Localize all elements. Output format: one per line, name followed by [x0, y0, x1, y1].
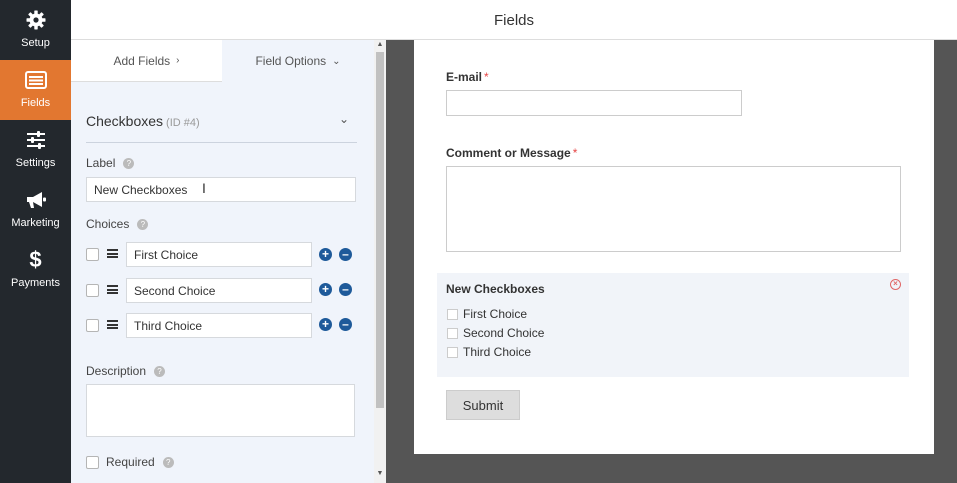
choice-input-value: Third Choice: [134, 318, 203, 333]
description-label-text: Description: [86, 364, 147, 378]
tab-label: Add Fields: [113, 53, 171, 68]
choices-label-text: Choices: [86, 217, 130, 231]
nav-item-marketing[interactable]: Marketing: [0, 180, 71, 240]
choices-label: Choices?: [86, 217, 149, 231]
label-input[interactable]: New Checkboxes: [86, 177, 356, 202]
checkboxes-title: New Checkboxes: [446, 282, 545, 296]
drag-handle-icon[interactable]: [107, 285, 118, 294]
choice-default-checkbox[interactable]: [86, 248, 99, 261]
checkboxes-field-preview[interactable]: New Checkboxes × First Choice Second Cho…: [437, 273, 909, 377]
sliders-icon: [0, 129, 71, 151]
required-asterisk: *: [572, 146, 578, 160]
choice-input-value: Second Choice: [134, 283, 216, 298]
checkbox-option[interactable]: Second Choice: [447, 326, 544, 340]
checkbox-option[interactable]: First Choice: [447, 307, 527, 321]
drag-handle-icon[interactable]: [107, 320, 118, 329]
required-checkbox[interactable]: [86, 456, 99, 469]
nav-label: Fields: [20, 97, 51, 109]
choice-input-value: First Choice: [134, 247, 199, 262]
checkbox-box[interactable]: [447, 327, 458, 339]
scroll-up-icon[interactable]: ▲: [374, 41, 386, 48]
label-text: Label: [86, 156, 116, 170]
required-label-text: Required: [106, 455, 155, 469]
checkbox-box[interactable]: [447, 346, 458, 358]
form-preview: E-mail * Comment or Message * New Checkbox…: [414, 40, 934, 454]
nav-item-payments[interactable]: $ Payments: [0, 240, 71, 300]
choice-input[interactable]: Third Choice: [126, 313, 312, 338]
nav-label: Setup: [21, 37, 50, 49]
add-choice-icon[interactable]: +: [319, 248, 332, 261]
email-input[interactable]: [446, 90, 742, 116]
field-options-panel: Add Fields › Field Options ⌄ Checkboxes(…: [71, 40, 374, 483]
comment-field-label: Comment or Message *: [446, 146, 577, 160]
section-title-text: Checkboxes: [86, 113, 164, 129]
collapse-chevron-icon[interactable]: ⌄: [339, 112, 349, 126]
nav-label: Marketing: [11, 217, 60, 229]
nav-item-setup[interactable]: Setup: [0, 0, 71, 60]
help-icon[interactable]: ?: [154, 366, 166, 377]
tab-add-fields[interactable]: Add Fields ›: [71, 40, 222, 82]
checkbox-option-label: Third Choice: [463, 345, 532, 359]
help-icon[interactable]: ?: [162, 457, 174, 468]
tab-label: Field Options: [255, 54, 327, 68]
description-textarea[interactable]: [86, 384, 355, 437]
email-field-label: E-mail *: [446, 70, 489, 84]
left-nav: Setup Fields Settings Marketing $ Paymen…: [0, 0, 71, 483]
comment-label-text: Comment or Message: [446, 146, 571, 160]
checkbox-option-label: Second Choice: [463, 326, 545, 340]
description-label: Description?: [86, 364, 166, 378]
dollar-icon: $: [29, 247, 42, 272]
label-field-label: Label?: [86, 156, 135, 170]
drag-handle-icon[interactable]: [107, 249, 118, 258]
scroll-down-icon[interactable]: ▼: [374, 470, 386, 477]
tab-field-options[interactable]: Field Options ⌄: [222, 40, 374, 82]
gear-icon: [0, 9, 71, 31]
help-icon[interactable]: ?: [137, 219, 149, 230]
top-header: Fields: [71, 0, 957, 40]
remove-choice-icon[interactable]: –: [339, 248, 352, 261]
choice-default-checkbox[interactable]: [86, 284, 99, 297]
remove-choice-icon[interactable]: –: [339, 318, 352, 331]
nav-label: Settings: [15, 157, 56, 169]
chevron-down-icon: ⌄: [332, 55, 341, 67]
megaphone-icon: [0, 189, 71, 211]
required-label: Required?: [106, 455, 174, 469]
add-choice-icon[interactable]: +: [319, 283, 332, 296]
email-label-text: E-mail: [446, 70, 483, 84]
panel-scrollbar[interactable]: ▲ ▼: [374, 40, 386, 483]
panel-tabs: Add Fields › Field Options ⌄: [71, 40, 374, 82]
add-choice-icon[interactable]: +: [319, 318, 332, 331]
form-preview-area: E-mail * Comment or Message * New Checkbox…: [386, 40, 957, 483]
label-input-value: New Checkboxes: [94, 182, 188, 197]
checkbox-option-label: First Choice: [463, 307, 528, 321]
remove-choice-icon[interactable]: –: [339, 283, 352, 296]
delete-field-icon[interactable]: ×: [890, 279, 901, 290]
text-cursor-icon: I: [202, 180, 206, 196]
choice-input[interactable]: First Choice: [126, 242, 312, 267]
page-title: Fields: [493, 12, 534, 29]
nav-item-fields[interactable]: Fields: [0, 60, 71, 120]
comment-textarea[interactable]: [446, 166, 901, 252]
nav-item-settings[interactable]: Settings: [0, 120, 71, 180]
choice-input[interactable]: Second Choice: [126, 278, 312, 303]
scroll-thumb[interactable]: [376, 52, 384, 408]
nav-label: Payments: [11, 277, 60, 289]
field-id: (ID #4): [166, 117, 200, 129]
checkbox-box[interactable]: [447, 308, 458, 320]
section-title: Checkboxes (ID #4): [86, 113, 200, 129]
help-icon[interactable]: ?: [123, 158, 135, 169]
choice-default-checkbox[interactable]: [86, 319, 99, 332]
fields-list-icon: [0, 69, 71, 91]
submit-button[interactable]: Submit: [446, 390, 520, 420]
checkbox-option[interactable]: Third Choice: [447, 345, 531, 359]
chevron-right-icon: ›: [176, 55, 180, 66]
required-asterisk: *: [484, 70, 489, 84]
divider: [86, 142, 357, 143]
